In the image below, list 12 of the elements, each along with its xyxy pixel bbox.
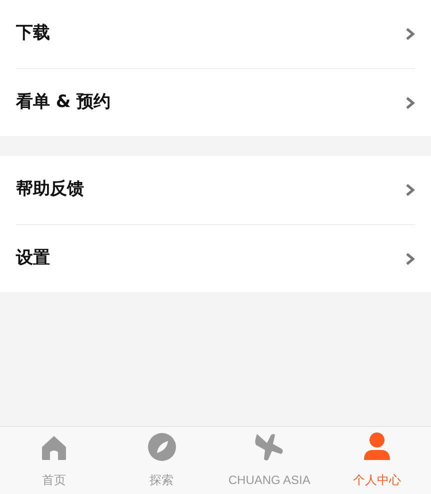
chevron-right-icon (405, 252, 415, 266)
pinwheel-icon (254, 432, 284, 462)
chevron-right-icon (405, 183, 415, 197)
compass-icon (146, 432, 177, 462)
person-icon (363, 432, 392, 462)
menu-item[interactable]: 设置 (16, 224, 415, 292)
chevron-right-icon (405, 27, 415, 41)
home-icon (40, 434, 68, 462)
menu-item[interactable]: 帮助反馈 (16, 156, 415, 224)
menu-item[interactable]: 看单 & 预约 (16, 68, 415, 136)
menu-item[interactable]: 下载 (16, 0, 415, 68)
chevron-right-icon (405, 96, 415, 110)
